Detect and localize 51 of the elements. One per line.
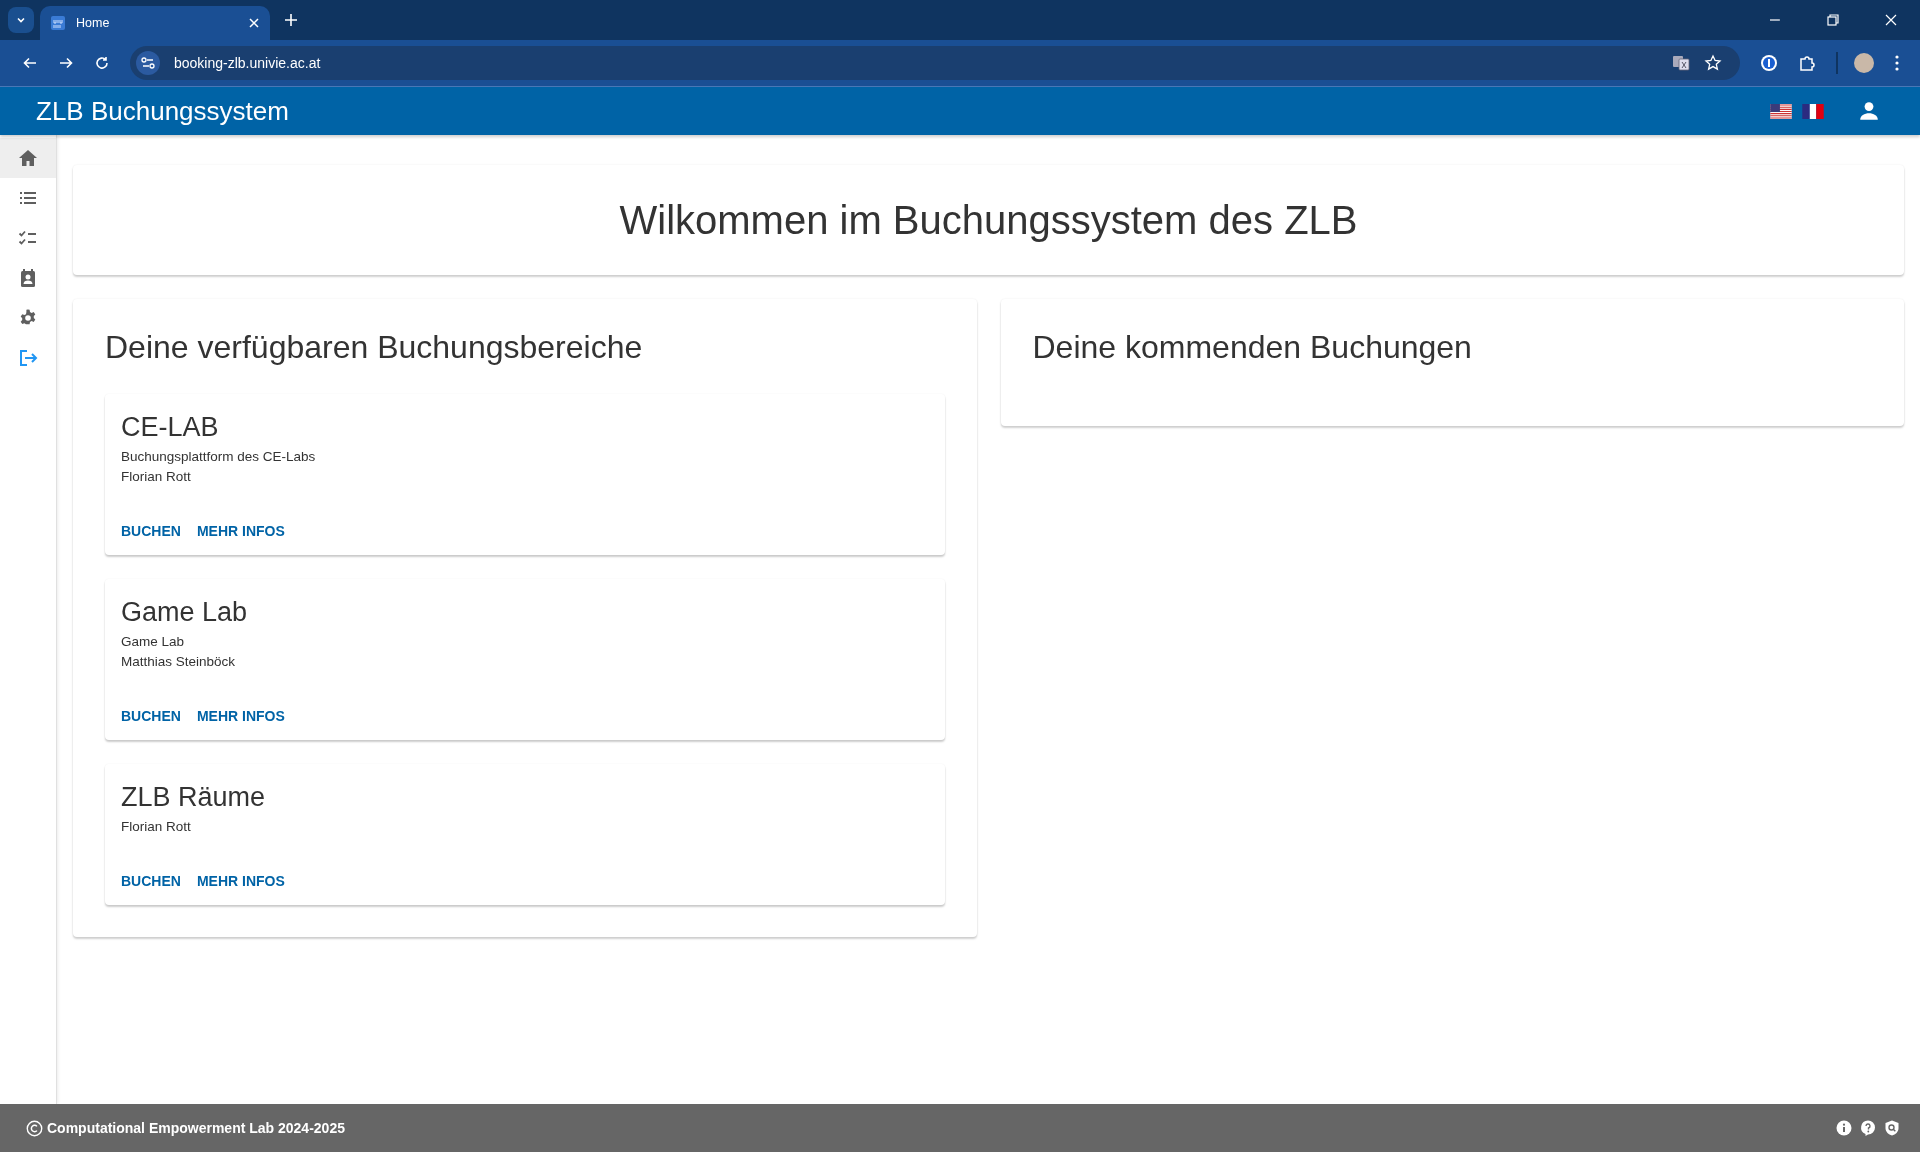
browser-tab[interactable]: Home: [40, 6, 270, 40]
copyright-icon: [26, 1119, 43, 1137]
area-detail: Florian Rott: [121, 468, 192, 486]
info-icon[interactable]: [1836, 1120, 1852, 1136]
address-bar[interactable]: booking-zlb.univie.ac.at: [130, 46, 1740, 80]
help-icon[interactable]: [1860, 1120, 1876, 1136]
footer-text: Computational Empowerment Lab 2024-2025: [47, 1120, 345, 1136]
privacy-shield-icon[interactable]: [1884, 1120, 1900, 1136]
star-icon[interactable]: [1704, 54, 1722, 72]
site-settings-icon[interactable]: [136, 51, 160, 75]
area-title: ZLB Räume: [121, 782, 267, 813]
contact-card-icon: [18, 268, 38, 288]
action-button[interactable]: BUCHEN: [121, 871, 181, 891]
home-icon: [18, 148, 38, 168]
area-detail: Florian Rott: [121, 818, 192, 836]
profile-avatar[interactable]: [1854, 53, 1874, 73]
favicon-icon: [50, 15, 66, 31]
action-button[interactable]: MEHR INFOS: [196, 871, 285, 891]
tab-title: Home: [76, 16, 111, 30]
area-detail: Buchungsplattform des CE-Labs: [121, 448, 317, 466]
back-arrow-icon[interactable]: [22, 55, 38, 71]
us-flag-icon[interactable]: [1770, 103, 1792, 119]
logout-icon: [18, 348, 38, 368]
action-button[interactable]: BUCHEN: [121, 706, 181, 726]
tab-search-button[interactable]: [8, 7, 34, 33]
puzzle-icon[interactable]: [1798, 54, 1816, 72]
close-icon[interactable]: [1884, 13, 1898, 27]
area-detail: Matthias Steinböck: [121, 653, 237, 671]
url-text: booking-zlb.univie.ac.at: [174, 55, 321, 71]
french-flag-icon[interactable]: [1802, 103, 1824, 119]
plus-icon[interactable]: [284, 13, 298, 27]
section-title: Deine verfügbaren Buchungsbereiche: [105, 329, 644, 366]
more-icon[interactable]: [1894, 54, 1900, 72]
area-title: Game Lab: [121, 597, 249, 628]
translate-icon[interactable]: [1672, 54, 1690, 72]
action-button[interactable]: BUCHEN: [121, 521, 181, 541]
password-manager-icon[interactable]: [1760, 54, 1778, 72]
restore-icon[interactable]: [1826, 13, 1840, 27]
forward-arrow-icon[interactable]: [58, 55, 74, 71]
user-icon[interactable]: [1858, 100, 1880, 122]
checklist-icon: [18, 228, 38, 248]
sidebar-item[interactable]: [0, 138, 56, 178]
app-title: ZLB Buchungssystem: [36, 95, 289, 127]
reload-icon[interactable]: [94, 55, 110, 71]
action-button[interactable]: MEHR INFOS: [196, 521, 285, 541]
close-icon[interactable]: [248, 17, 260, 29]
action-button[interactable]: MEHR INFOS: [196, 706, 285, 726]
area-detail: Game Lab: [121, 633, 186, 651]
area-title: CE-LAB: [121, 412, 220, 443]
section-title: Deine kommenden Buchungen: [1032, 329, 1473, 366]
welcome-title: Wilkommen im Buchungssystem des ZLB: [619, 197, 1358, 243]
